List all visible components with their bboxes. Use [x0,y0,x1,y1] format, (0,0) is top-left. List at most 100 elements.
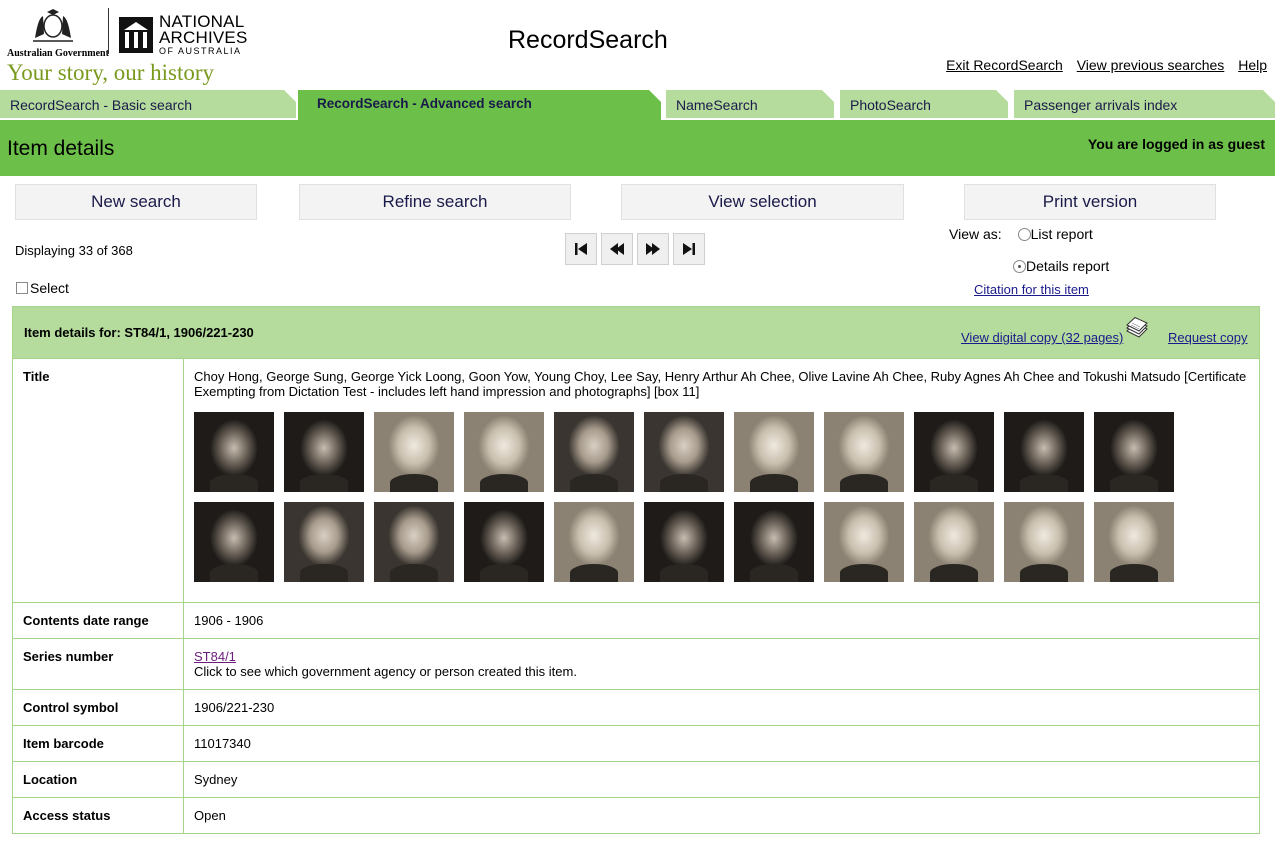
row-series-number: Series number ST84/1 Click to see which … [13,639,1259,690]
help-link[interactable]: Help [1238,57,1267,73]
photo-thumbnail[interactable] [284,412,364,492]
photo-thumbnail[interactable] [824,412,904,492]
document-stack-icon[interactable] [1123,317,1149,341]
row-location: Location Sydney [13,762,1259,798]
top-links: Exit RecordSearch View previous searches… [936,57,1267,73]
gov-label: Australian Government [7,48,109,59]
photo-thumbnail[interactable] [1004,502,1084,582]
photo-thumbnail[interactable] [554,502,634,582]
details-report-label: Details report [1026,258,1110,274]
next-icon [646,243,660,255]
photo-thumbnail[interactable] [1094,502,1174,582]
photo-thumbnail[interactable] [194,412,274,492]
refine-search-button[interactable]: Refine search [299,184,571,220]
tab-passenger-arrivals[interactable]: Passenger arrivals index [1014,90,1275,120]
photo-thumbnail[interactable] [374,412,454,492]
item-details-title: Item details for: ST84/1, 1906/221-230 [24,325,254,340]
item-details-panel: Item details for: ST84/1, 1906/221-230 V… [12,306,1260,834]
title-label: Title [13,359,184,602]
control-symbol-label: Control symbol [13,690,184,725]
citation-link[interactable]: Citation for this item [974,282,1089,297]
request-copy-link[interactable]: Request copy [1168,330,1248,345]
logo-divider [108,8,109,54]
view-selection-button[interactable]: View selection [621,184,904,220]
view-as-label: View as: [949,226,1002,242]
contents-date-range-label: Contents date range [13,603,184,638]
access-status-label: Access status [13,798,184,833]
last-icon [683,243,695,255]
location-label: Location [13,762,184,797]
photo-thumbnails [194,412,1194,592]
naa-wordmark: NATIONAL ARCHIVES OF AUSTRALIA [159,13,248,56]
result-position: Displaying 33 of 368 [15,243,133,258]
photo-thumbnail[interactable] [194,502,274,582]
page-title: Item details [7,137,115,160]
photo-thumbnail[interactable] [554,412,634,492]
view-as-list-option[interactable]: List report [1017,226,1093,242]
tab-photosearch[interactable]: PhotoSearch [840,90,1008,120]
view-previous-searches-link[interactable]: View previous searches [1077,57,1225,73]
photo-thumbnail[interactable] [1094,412,1174,492]
photo-thumbnail[interactable] [914,502,994,582]
row-access-status: Access status Open [13,798,1259,833]
location-value: Sydney [194,772,238,787]
photo-thumbnail[interactable] [734,412,814,492]
tagline: Your story, our history [7,60,215,85]
series-number-value-cell: ST84/1 Click to see which government age… [184,639,1259,689]
photo-thumbnail[interactable] [284,502,364,582]
photo-thumbnail[interactable] [644,412,724,492]
access-status-value: Open [194,808,226,823]
previous-icon [610,243,624,255]
item-barcode-label: Item barcode [13,726,184,761]
previous-record-button[interactable] [601,233,633,265]
site-header: Australian Government NATIONAL ARCHIVES … [0,0,1275,90]
photo-thumbnail[interactable] [914,412,994,492]
naa-line-3: OF AUSTRALIA [159,46,242,56]
archives-building-icon [119,17,153,53]
photo-thumbnail[interactable] [734,502,814,582]
row-contents-date-range: Contents date range 1906 - 1906 [13,603,1259,639]
title-value: Choy Hong, George Sung, George Yick Loon… [194,369,1247,399]
next-record-button[interactable] [637,233,669,265]
first-record-button[interactable] [565,233,597,265]
tab-namesearch[interactable]: NameSearch [666,90,834,120]
photo-thumbnail[interactable] [644,502,724,582]
photo-thumbnail[interactable] [464,502,544,582]
view-as-group: View as: List report Details report [949,226,1109,274]
details-report-radio[interactable] [1013,260,1026,273]
select-item[interactable]: Select [16,280,69,296]
list-report-label: List report [1030,226,1093,242]
contents-date-range-value: 1906 - 1906 [194,613,264,628]
photo-thumbnail[interactable] [824,502,904,582]
list-report-radio[interactable] [1017,228,1031,241]
photo-thumbnail[interactable] [374,502,454,582]
control-symbol-value: 1906/221-230 [194,700,275,715]
exit-recordsearch-link[interactable]: Exit RecordSearch [946,57,1063,73]
tab-advanced-search[interactable]: RecordSearch - Advanced search [298,90,661,120]
item-barcode-value: 11017340 [194,736,251,751]
new-search-button[interactable]: New search [15,184,257,220]
series-number-link[interactable]: ST84/1 [194,649,236,664]
series-number-label: Series number [13,639,184,689]
row-item-barcode: Item barcode 11017340 [13,726,1259,762]
title-value-cell: Choy Hong, George Sung, George Yick Loon… [184,359,1259,602]
tab-basic-search[interactable]: RecordSearch - Basic search [0,90,296,120]
select-checkbox[interactable] [16,282,28,294]
photo-thumbnail[interactable] [464,412,544,492]
view-digital-copy-link[interactable]: View digital copy (32 pages) [961,330,1123,345]
logo-block[interactable]: Australian Government NATIONAL ARCHIVES … [7,8,247,86]
coat-of-arms-icon [33,9,73,42]
last-record-button[interactable] [673,233,705,265]
print-version-button[interactable]: Print version [964,184,1216,220]
naa-line-2: ARCHIVES [159,28,248,47]
item-details-header: Item details for: ST84/1, 1906/221-230 V… [13,307,1259,359]
row-control-symbol: Control symbol 1906/221-230 [13,690,1259,726]
select-label: Select [30,280,69,296]
photo-thumbnail[interactable] [1004,412,1084,492]
row-title: Title Choy Hong, George Sung, George Yic… [13,359,1259,603]
series-number-hint: Click to see which government agency or … [194,664,577,679]
main-tabs: RecordSearch - Basic search RecordSearch… [0,90,1275,120]
app-title: RecordSearch [508,26,668,54]
page-title-bar: Item details You are logged in as guest [0,120,1275,176]
view-as-details-option[interactable]: Details report [1013,258,1109,274]
